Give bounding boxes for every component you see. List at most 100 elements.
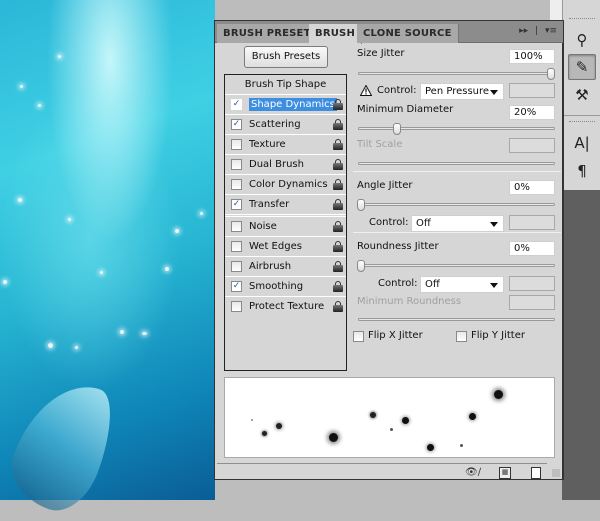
minimum-diameter-slider[interactable] [358, 123, 555, 135]
minimum-roundness-input [509, 295, 555, 310]
size-jitter-label: Size Jitter [357, 48, 405, 59]
lock-icon[interactable] [333, 159, 343, 170]
lock-icon[interactable] [333, 99, 343, 110]
brush-panel-grid-icon[interactable]: ▦ [499, 467, 511, 479]
roundness-jitter-slider[interactable] [357, 260, 555, 272]
list-item-dual-brush[interactable]: Dual Brush [225, 155, 346, 175]
divider: | [535, 26, 539, 36]
angle-jitter-label: Angle Jitter [357, 180, 413, 191]
checkbox[interactable] [231, 221, 242, 232]
size-control-value-box [509, 83, 555, 98]
roundness-control-select[interactable]: Off [420, 276, 504, 293]
checkbox[interactable] [231, 139, 242, 150]
lock-icon[interactable] [333, 261, 343, 272]
list-item-label: Scattering [249, 119, 301, 130]
list-item-noise[interactable]: Noise [225, 217, 346, 237]
checkbox[interactable] [456, 331, 467, 342]
preview-dot [402, 417, 409, 424]
size-control-select[interactable]: Pen Pressure [420, 83, 504, 100]
flip-y-jitter[interactable]: Flip Y Jitter [456, 330, 525, 342]
lock-icon[interactable] [333, 241, 343, 252]
angle-control-select[interactable]: Off [411, 215, 504, 232]
list-item-label: Protect Texture [249, 301, 325, 312]
list-item-shape-dynamics[interactable]: ✓ Shape Dynamics [225, 95, 346, 115]
slider-thumb[interactable] [357, 260, 365, 272]
roundness-jitter-input[interactable]: 0% [509, 241, 555, 256]
checkbox[interactable]: ✓ [231, 119, 242, 130]
checkbox[interactable] [231, 241, 242, 252]
list-item-label: Dual Brush [249, 159, 304, 170]
tilt-scale-label: Tilt Scale [357, 139, 403, 150]
list-item-scattering[interactable]: ✓ Scattering [225, 115, 346, 135]
dock-grip[interactable] [569, 121, 595, 122]
chevron-down-icon [490, 283, 498, 288]
character-icon[interactable]: A| [568, 130, 596, 156]
tilt-scale-slider [358, 162, 555, 165]
section-divider [353, 232, 561, 233]
lock-icon[interactable] [333, 221, 343, 232]
checkbox[interactable] [231, 179, 242, 190]
checkbox[interactable]: ✓ [231, 99, 242, 110]
preview-dot [494, 390, 503, 399]
brush-tip-shape-item[interactable]: Brush Tip Shape [225, 75, 346, 95]
list-item-wet-edges[interactable]: Wet Edges [225, 237, 346, 257]
checkbox[interactable]: ✓ [231, 281, 242, 292]
tab-tools: ▸▸ | ▾≡ [515, 26, 557, 36]
create-new-brush-icon[interactable] [531, 467, 541, 479]
lock-icon[interactable] [333, 301, 343, 312]
lock-icon[interactable] [333, 281, 343, 292]
slider-thumb[interactable] [393, 123, 401, 135]
list-item-airbrush[interactable]: Airbrush [225, 257, 346, 277]
size-jitter-slider[interactable] [358, 68, 555, 80]
preview-dot [427, 444, 434, 451]
list-item-texture[interactable]: Texture [225, 135, 346, 155]
glass-fin-shape [0, 369, 125, 521]
brush-icon[interactable]: ✎ [568, 54, 596, 80]
tab-brush[interactable]: BRUSH [309, 24, 363, 44]
list-item-smoothing[interactable]: ✓ Smoothing [225, 277, 346, 297]
select-value: Off [425, 279, 440, 290]
slider-thumb[interactable] [357, 199, 365, 211]
preview-dot [390, 428, 393, 431]
resize-grip[interactable] [552, 469, 560, 477]
sparkle [200, 212, 203, 215]
angle-control-label: Control: [369, 217, 409, 228]
clone-source-icon[interactable]: ⚒ [568, 82, 596, 108]
list-item-color-dynamics[interactable]: Color Dynamics [225, 175, 346, 195]
checkbox[interactable] [231, 261, 242, 272]
toggle-live-tip-preview-icon[interactable]: 👁∕ [465, 467, 481, 479]
double-right-arrow-icon[interactable]: ▸▸ [519, 26, 528, 36]
checkbox[interactable]: ✓ [231, 199, 242, 210]
brush-presets-button[interactable]: Brush Presets [244, 46, 328, 68]
checkbox[interactable] [353, 331, 364, 342]
angle-jitter-slider[interactable] [357, 199, 555, 211]
flip-x-jitter[interactable]: Flip X Jitter [353, 330, 423, 342]
paragraph-icon[interactable]: ¶ [568, 158, 596, 184]
lock-icon[interactable] [333, 119, 343, 130]
minimum-diameter-input[interactable]: 20% [509, 105, 555, 120]
tilt-scale-input [509, 138, 555, 153]
workspace-edge [550, 0, 562, 20]
lock-icon[interactable] [333, 199, 343, 210]
checkbox[interactable] [231, 301, 242, 312]
lock-icon[interactable] [333, 179, 343, 190]
sparkle [120, 330, 124, 334]
checkbox[interactable] [231, 159, 242, 170]
size-jitter-input[interactable]: 100% [509, 49, 555, 64]
list-item-label: Airbrush [249, 261, 292, 272]
document-canvas[interactable] [0, 0, 215, 521]
select-value: Off [416, 218, 431, 229]
panel-menu-icon[interactable]: ▾≡ [545, 26, 557, 36]
preview-dot [469, 413, 476, 420]
tab-clone-source[interactable]: CLONE SOURCE [357, 24, 459, 43]
minimum-diameter-label: Minimum Diameter [357, 104, 454, 115]
sparkle [68, 218, 71, 221]
brush-presets-icon[interactable]: ⚲ [568, 27, 596, 53]
list-item-protect-texture[interactable]: Protect Texture [225, 297, 346, 317]
dock-grip[interactable] [569, 18, 595, 19]
slider-thumb[interactable] [547, 68, 555, 80]
brush-panel: BRUSH PRESETS BRUSH CLONE SOURCE ▸▸ | ▾≡… [214, 20, 564, 480]
lock-icon[interactable] [333, 139, 343, 150]
list-item-transfer[interactable]: ✓ Transfer [225, 195, 346, 215]
angle-jitter-input[interactable]: 0% [509, 180, 555, 195]
